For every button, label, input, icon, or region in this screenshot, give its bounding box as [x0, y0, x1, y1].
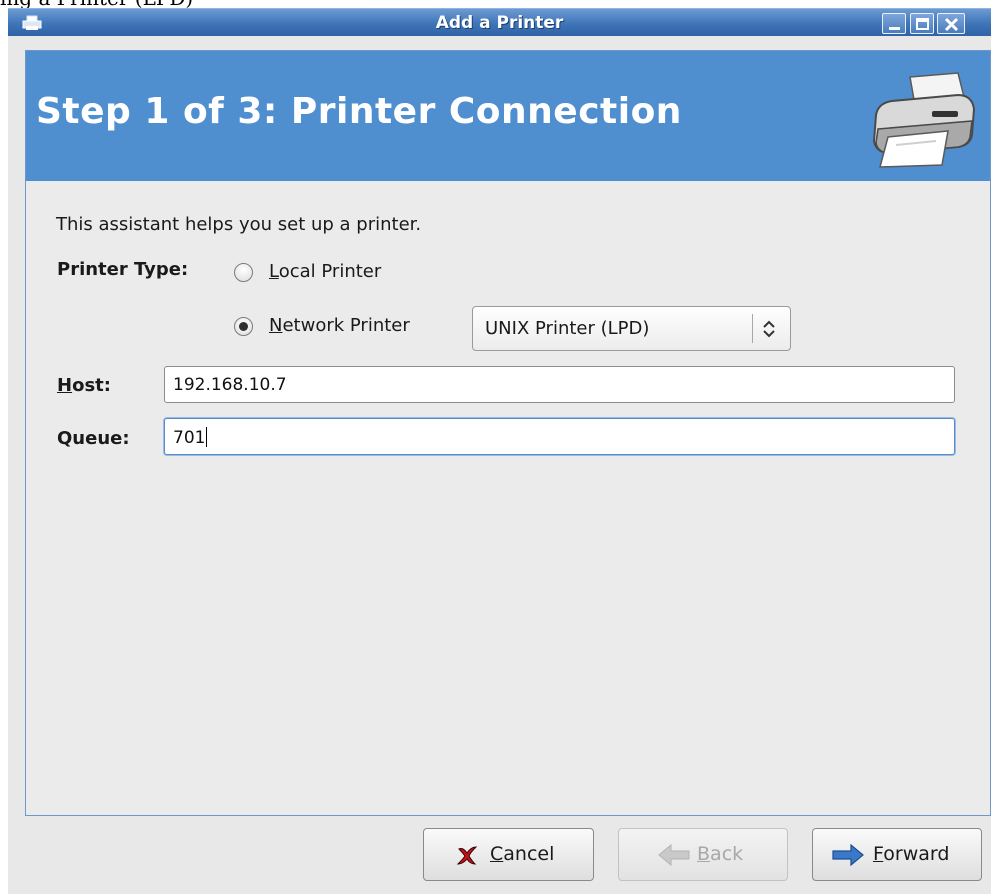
window-title: Add a Printer — [435, 13, 564, 33]
back-button[interactable]: Back — [618, 828, 788, 881]
forward-label-rest: orward — [883, 843, 950, 865]
add-printer-dialog: Step 1 of 3: Printer Connection This ass… — [8, 36, 991, 894]
host-value: 192.168.10.7 — [173, 375, 287, 395]
cancel-label-rest: ancel — [503, 843, 555, 865]
host-mnemonic: H — [57, 375, 73, 396]
local-printer-radio[interactable] — [234, 263, 253, 282]
back-mnemonic: B — [697, 843, 711, 865]
clipped-caption-text: ing a Printer (LPD) — [0, 0, 193, 8]
queue-label: Queue: — [57, 428, 130, 449]
network-printer-mnemonic: N — [269, 315, 283, 336]
dropdown-separator — [752, 314, 753, 343]
host-label-rest: ost: — [72, 375, 111, 396]
text-caret — [206, 427, 208, 447]
printer-illustration-icon — [872, 72, 976, 168]
maximize-icon — [916, 18, 929, 30]
step-title: Step 1 of 3: Printer Connection — [36, 91, 682, 132]
assistant-page: Step 1 of 3: Printer Connection This ass… — [25, 50, 991, 816]
host-label: Host: — [57, 375, 111, 396]
queue-input[interactable]: 701 — [164, 418, 955, 455]
network-printer-radio[interactable] — [234, 317, 253, 336]
back-label: Back — [697, 843, 743, 865]
cancel-label: Cancel — [490, 843, 554, 865]
queue-value: 701 — [173, 428, 206, 448]
back-arrow-icon — [658, 843, 690, 867]
local-printer-label-rest: ocal Printer — [278, 261, 382, 282]
host-input[interactable]: 192.168.10.7 — [164, 366, 955, 403]
minimize-icon — [889, 27, 900, 30]
network-printer-label-rest: etwork Printer — [282, 315, 410, 336]
minimize-button[interactable] — [882, 13, 906, 34]
updown-chevron-icon — [763, 320, 775, 338]
local-printer-mnemonic: L — [269, 261, 279, 282]
back-label-rest: ack — [710, 843, 744, 865]
cancel-button[interactable]: Cancel — [423, 828, 594, 881]
close-icon — [944, 17, 959, 32]
forward-mnemonic: F — [873, 843, 884, 865]
forward-arrow-icon — [832, 843, 864, 867]
close-button[interactable] — [937, 13, 965, 34]
window-titlebar[interactable]: Add a Printer — [8, 8, 991, 36]
network-type-dropdown[interactable]: UNIX Printer (LPD) — [472, 306, 791, 351]
local-printer-label[interactable]: Local Printer — [269, 261, 381, 282]
cancel-x-icon — [456, 846, 478, 865]
clipped-caption: ing a Printer (LPD) — [0, 0, 991, 8]
forward-label: Forward — [873, 843, 949, 865]
forward-button[interactable]: Forward — [812, 828, 982, 881]
network-printer-label[interactable]: Network Printer — [269, 315, 410, 336]
intro-text: This assistant helps you set up a printe… — [56, 214, 422, 235]
network-type-value: UNIX Printer (LPD) — [485, 318, 650, 339]
step-banner: Step 1 of 3: Printer Connection — [26, 51, 990, 181]
cancel-mnemonic: C — [490, 843, 504, 865]
printer-type-label: Printer Type: — [57, 259, 189, 280]
maximize-button[interactable] — [910, 13, 934, 34]
